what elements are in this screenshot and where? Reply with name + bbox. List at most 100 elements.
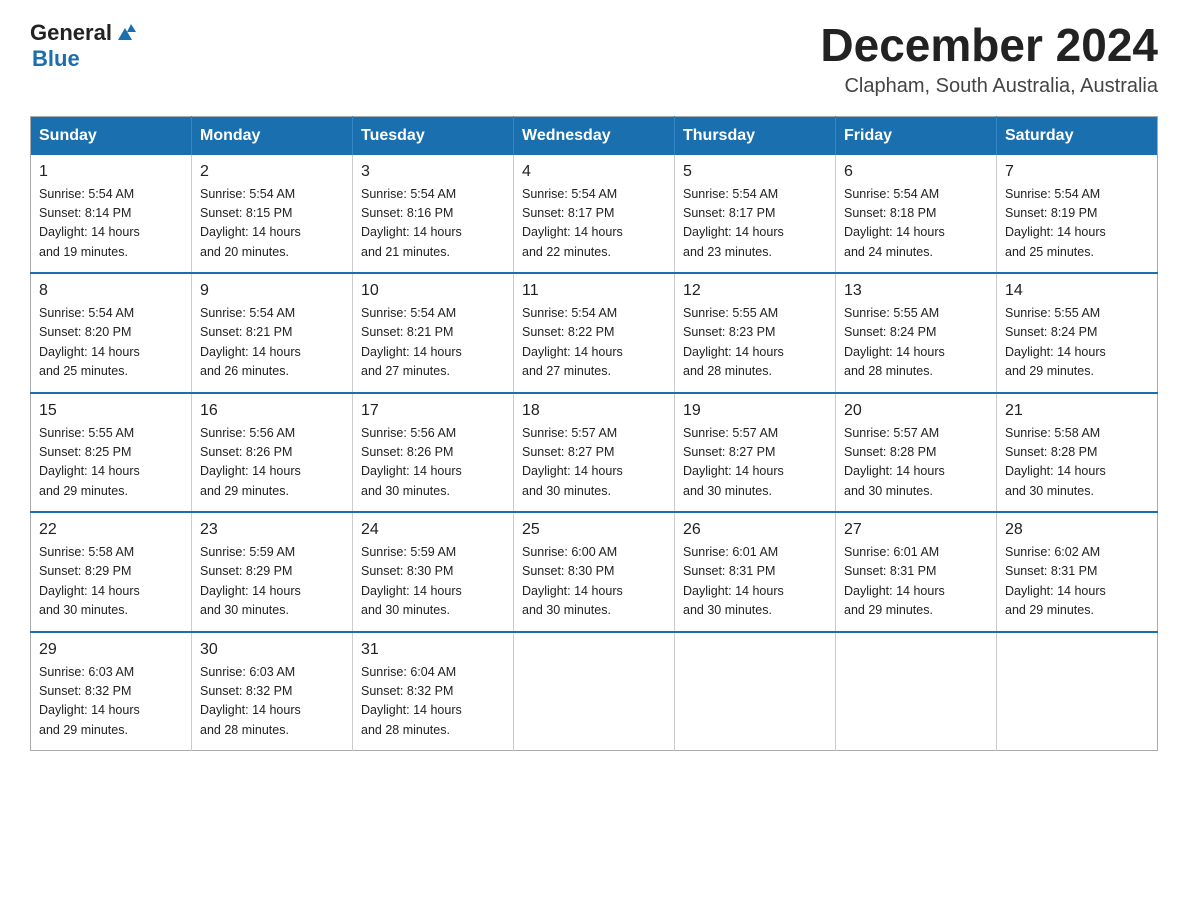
calendar-cell: 26 Sunrise: 6:01 AMSunset: 8:31 PMDaylig…: [675, 512, 836, 632]
calendar-cell: [836, 632, 997, 751]
calendar-cell: 17 Sunrise: 5:56 AMSunset: 8:26 PMDaylig…: [353, 393, 514, 513]
day-number: 27: [844, 521, 988, 539]
day-info: Sunrise: 5:57 AMSunset: 8:28 PMDaylight:…: [844, 424, 988, 502]
logo: General Blue: [30, 20, 136, 72]
day-info: Sunrise: 6:03 AMSunset: 8:32 PMDaylight:…: [200, 663, 344, 741]
calendar-cell: 19 Sunrise: 5:57 AMSunset: 8:27 PMDaylig…: [675, 393, 836, 513]
location-subtitle: Clapham, South Australia, Australia: [820, 75, 1158, 98]
day-info: Sunrise: 5:58 AMSunset: 8:29 PMDaylight:…: [39, 543, 183, 621]
day-info: Sunrise: 5:54 AMSunset: 8:22 PMDaylight:…: [522, 304, 666, 382]
calendar-cell: [514, 632, 675, 751]
col-header-wednesday: Wednesday: [514, 116, 675, 155]
calendar-cell: 9 Sunrise: 5:54 AMSunset: 8:21 PMDayligh…: [192, 273, 353, 393]
day-info: Sunrise: 5:56 AMSunset: 8:26 PMDaylight:…: [200, 424, 344, 502]
day-info: Sunrise: 5:57 AMSunset: 8:27 PMDaylight:…: [683, 424, 827, 502]
col-header-sunday: Sunday: [31, 116, 192, 155]
day-number: 12: [683, 282, 827, 300]
day-info: Sunrise: 5:55 AMSunset: 8:24 PMDaylight:…: [1005, 304, 1149, 382]
day-info: Sunrise: 5:55 AMSunset: 8:23 PMDaylight:…: [683, 304, 827, 382]
title-area: December 2024 Clapham, South Australia, …: [820, 20, 1158, 98]
col-header-saturday: Saturday: [997, 116, 1158, 155]
col-header-monday: Monday: [192, 116, 353, 155]
month-year-title: December 2024: [820, 20, 1158, 71]
day-number: 2: [200, 163, 344, 181]
page-header: General Blue December 2024 Clapham, Sout…: [30, 20, 1158, 98]
calendar-week-row: 8 Sunrise: 5:54 AMSunset: 8:20 PMDayligh…: [31, 273, 1158, 393]
day-info: Sunrise: 5:59 AMSunset: 8:30 PMDaylight:…: [361, 543, 505, 621]
day-number: 9: [200, 282, 344, 300]
day-info: Sunrise: 5:58 AMSunset: 8:28 PMDaylight:…: [1005, 424, 1149, 502]
calendar-cell: 25 Sunrise: 6:00 AMSunset: 8:30 PMDaylig…: [514, 512, 675, 632]
day-info: Sunrise: 5:54 AMSunset: 8:17 PMDaylight:…: [683, 185, 827, 263]
calendar-header-row: SundayMondayTuesdayWednesdayThursdayFrid…: [31, 116, 1158, 155]
calendar-cell: 20 Sunrise: 5:57 AMSunset: 8:28 PMDaylig…: [836, 393, 997, 513]
calendar-week-row: 29 Sunrise: 6:03 AMSunset: 8:32 PMDaylig…: [31, 632, 1158, 751]
day-number: 21: [1005, 402, 1149, 420]
calendar-cell: 22 Sunrise: 5:58 AMSunset: 8:29 PMDaylig…: [31, 512, 192, 632]
calendar-cell: 15 Sunrise: 5:55 AMSunset: 8:25 PMDaylig…: [31, 393, 192, 513]
day-info: Sunrise: 5:54 AMSunset: 8:21 PMDaylight:…: [361, 304, 505, 382]
day-info: Sunrise: 6:02 AMSunset: 8:31 PMDaylight:…: [1005, 543, 1149, 621]
calendar-week-row: 22 Sunrise: 5:58 AMSunset: 8:29 PMDaylig…: [31, 512, 1158, 632]
day-number: 31: [361, 641, 505, 659]
day-number: 7: [1005, 163, 1149, 181]
calendar-cell: [997, 632, 1158, 751]
day-info: Sunrise: 6:01 AMSunset: 8:31 PMDaylight:…: [683, 543, 827, 621]
day-info: Sunrise: 5:55 AMSunset: 8:25 PMDaylight:…: [39, 424, 183, 502]
day-number: 1: [39, 163, 183, 181]
calendar-cell: 6 Sunrise: 5:54 AMSunset: 8:18 PMDayligh…: [836, 155, 997, 274]
day-number: 23: [200, 521, 344, 539]
calendar-cell: 23 Sunrise: 5:59 AMSunset: 8:29 PMDaylig…: [192, 512, 353, 632]
calendar-cell: 21 Sunrise: 5:58 AMSunset: 8:28 PMDaylig…: [997, 393, 1158, 513]
day-info: Sunrise: 6:00 AMSunset: 8:30 PMDaylight:…: [522, 543, 666, 621]
calendar-cell: 27 Sunrise: 6:01 AMSunset: 8:31 PMDaylig…: [836, 512, 997, 632]
calendar-cell: 1 Sunrise: 5:54 AMSunset: 8:14 PMDayligh…: [31, 155, 192, 274]
calendar-cell: 18 Sunrise: 5:57 AMSunset: 8:27 PMDaylig…: [514, 393, 675, 513]
day-number: 11: [522, 282, 666, 300]
calendar-cell: 16 Sunrise: 5:56 AMSunset: 8:26 PMDaylig…: [192, 393, 353, 513]
logo-icon: [114, 22, 136, 44]
day-info: Sunrise: 5:54 AMSunset: 8:14 PMDaylight:…: [39, 185, 183, 263]
day-info: Sunrise: 5:54 AMSunset: 8:21 PMDaylight:…: [200, 304, 344, 382]
calendar-cell: 2 Sunrise: 5:54 AMSunset: 8:15 PMDayligh…: [192, 155, 353, 274]
logo-blue-text: Blue: [32, 46, 80, 72]
day-number: 19: [683, 402, 827, 420]
day-info: Sunrise: 5:57 AMSunset: 8:27 PMDaylight:…: [522, 424, 666, 502]
calendar-cell: 8 Sunrise: 5:54 AMSunset: 8:20 PMDayligh…: [31, 273, 192, 393]
day-number: 25: [522, 521, 666, 539]
calendar-cell: 3 Sunrise: 5:54 AMSunset: 8:16 PMDayligh…: [353, 155, 514, 274]
day-number: 17: [361, 402, 505, 420]
logo-general-text: General: [30, 20, 112, 46]
day-number: 15: [39, 402, 183, 420]
day-info: Sunrise: 5:59 AMSunset: 8:29 PMDaylight:…: [200, 543, 344, 621]
calendar-cell: 7 Sunrise: 5:54 AMSunset: 8:19 PMDayligh…: [997, 155, 1158, 274]
day-number: 8: [39, 282, 183, 300]
day-number: 13: [844, 282, 988, 300]
calendar-cell: 29 Sunrise: 6:03 AMSunset: 8:32 PMDaylig…: [31, 632, 192, 751]
day-info: Sunrise: 6:01 AMSunset: 8:31 PMDaylight:…: [844, 543, 988, 621]
day-info: Sunrise: 5:54 AMSunset: 8:17 PMDaylight:…: [522, 185, 666, 263]
day-info: Sunrise: 5:54 AMSunset: 8:16 PMDaylight:…: [361, 185, 505, 263]
calendar-cell: 28 Sunrise: 6:02 AMSunset: 8:31 PMDaylig…: [997, 512, 1158, 632]
day-info: Sunrise: 5:54 AMSunset: 8:18 PMDaylight:…: [844, 185, 988, 263]
day-number: 20: [844, 402, 988, 420]
day-info: Sunrise: 5:55 AMSunset: 8:24 PMDaylight:…: [844, 304, 988, 382]
col-header-thursday: Thursday: [675, 116, 836, 155]
day-info: Sunrise: 5:56 AMSunset: 8:26 PMDaylight:…: [361, 424, 505, 502]
day-number: 6: [844, 163, 988, 181]
day-number: 5: [683, 163, 827, 181]
calendar-cell: 30 Sunrise: 6:03 AMSunset: 8:32 PMDaylig…: [192, 632, 353, 751]
calendar-cell: 12 Sunrise: 5:55 AMSunset: 8:23 PMDaylig…: [675, 273, 836, 393]
calendar-cell: 11 Sunrise: 5:54 AMSunset: 8:22 PMDaylig…: [514, 273, 675, 393]
day-info: Sunrise: 6:04 AMSunset: 8:32 PMDaylight:…: [361, 663, 505, 741]
col-header-tuesday: Tuesday: [353, 116, 514, 155]
day-number: 30: [200, 641, 344, 659]
day-number: 22: [39, 521, 183, 539]
calendar-cell: 14 Sunrise: 5:55 AMSunset: 8:24 PMDaylig…: [997, 273, 1158, 393]
day-number: 28: [1005, 521, 1149, 539]
calendar-cell: 10 Sunrise: 5:54 AMSunset: 8:21 PMDaylig…: [353, 273, 514, 393]
day-info: Sunrise: 6:03 AMSunset: 8:32 PMDaylight:…: [39, 663, 183, 741]
calendar-week-row: 1 Sunrise: 5:54 AMSunset: 8:14 PMDayligh…: [31, 155, 1158, 274]
calendar-cell: 4 Sunrise: 5:54 AMSunset: 8:17 PMDayligh…: [514, 155, 675, 274]
day-number: 18: [522, 402, 666, 420]
